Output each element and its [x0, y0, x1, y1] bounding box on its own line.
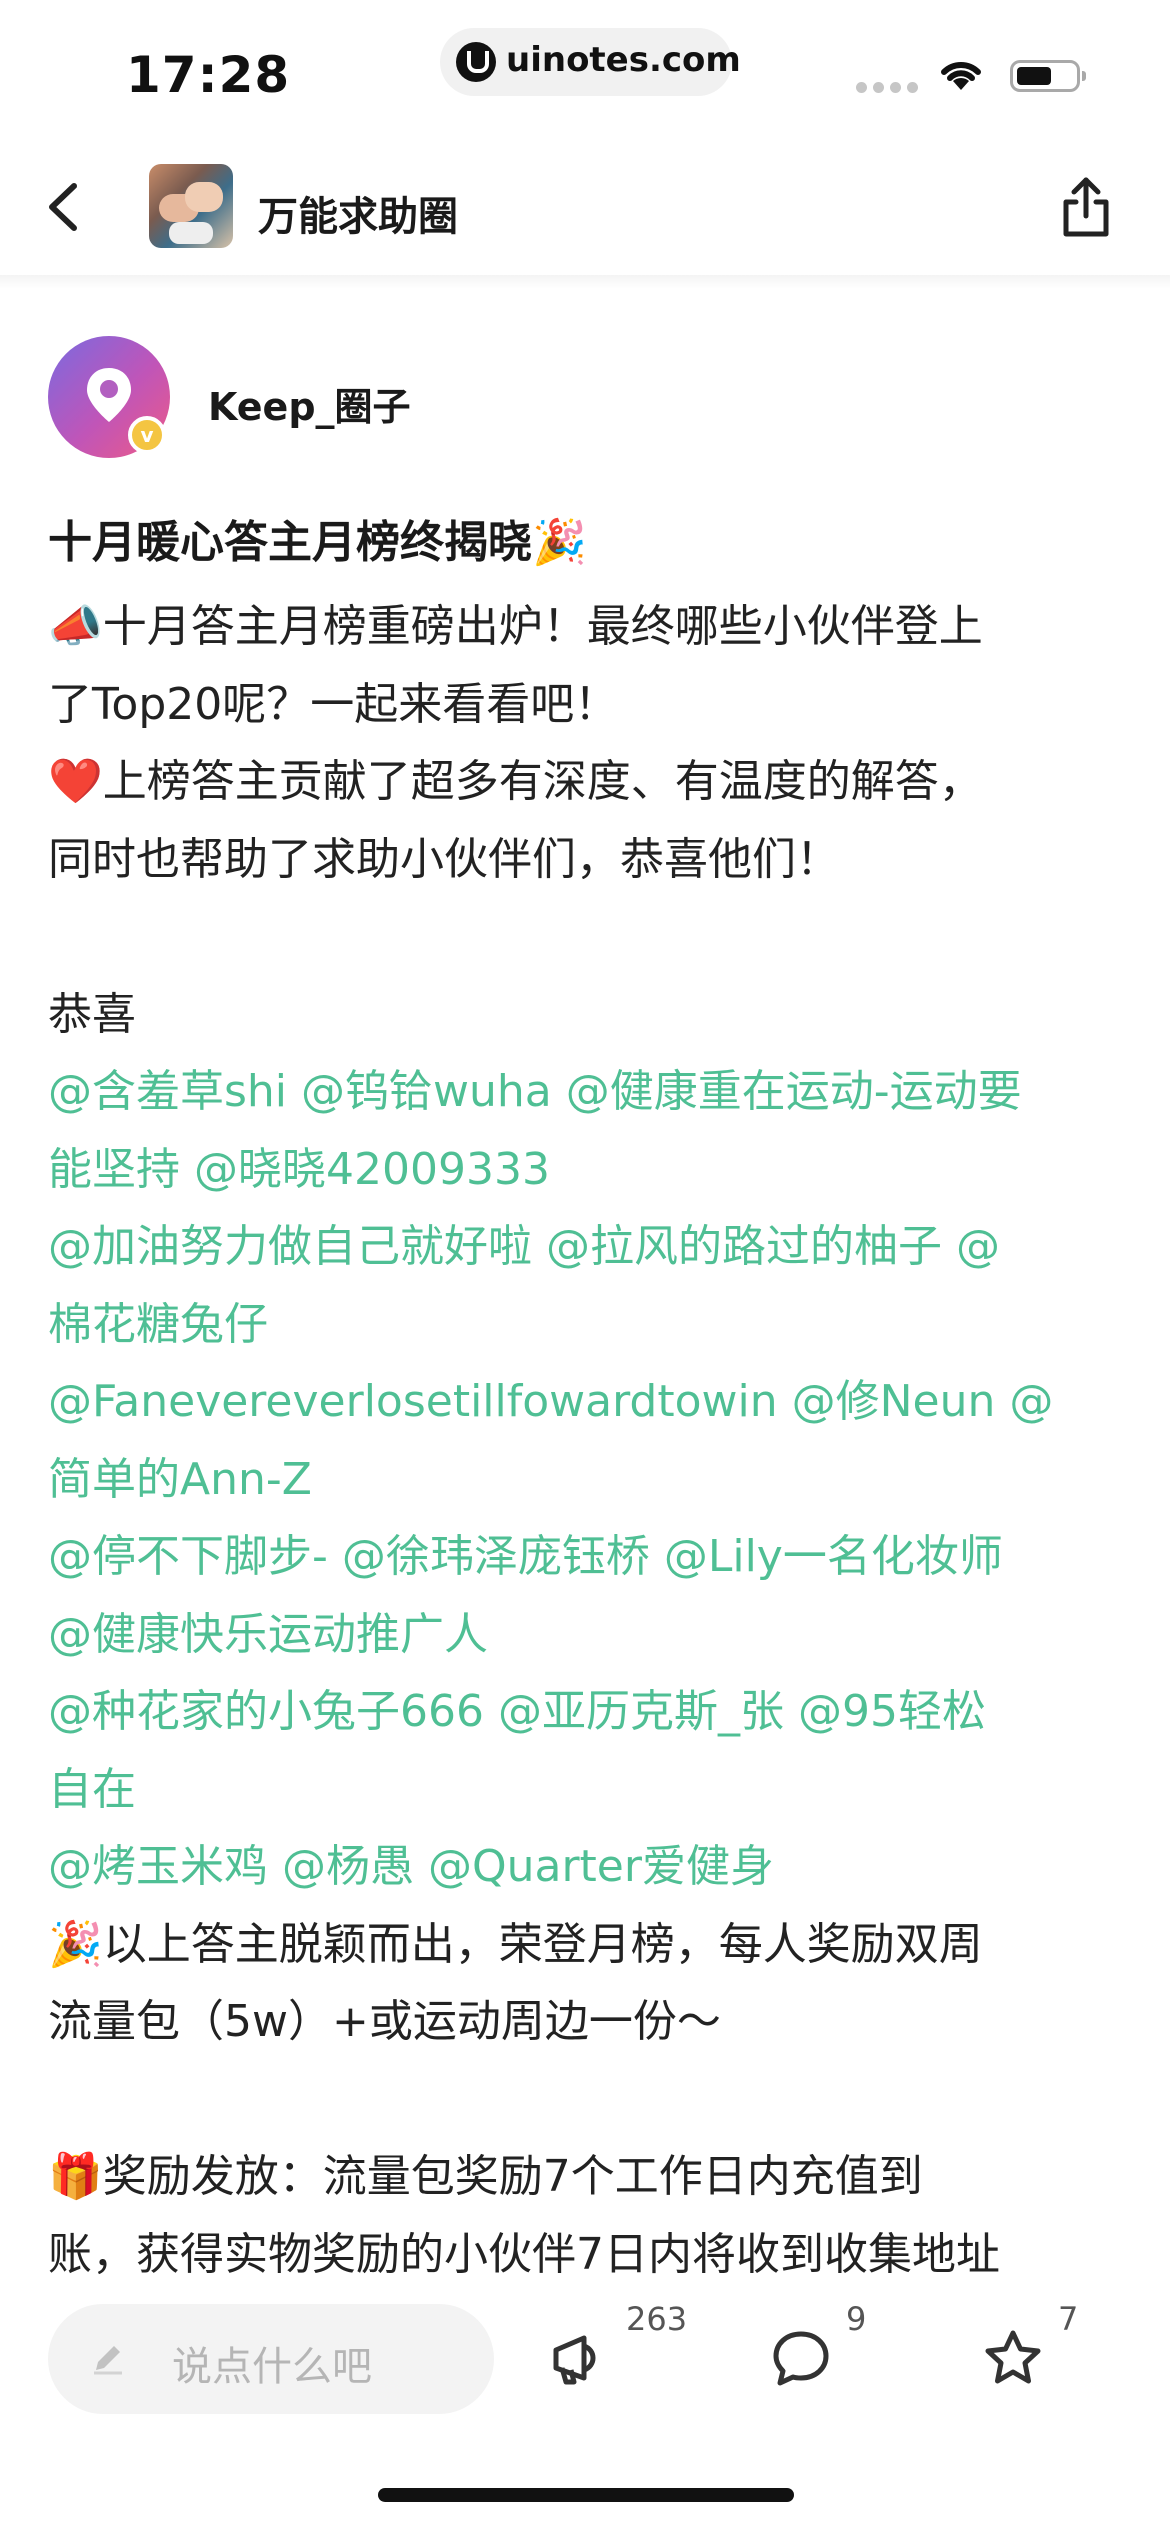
post-line — [48, 2061, 1128, 2139]
cheer-horn-icon — [553, 2335, 596, 2385]
post-line: 了Top20呢？一起来看看吧！ — [48, 666, 1128, 744]
user-mention-link[interactable]: 能坚持 @晓晓42009333 — [48, 1144, 550, 1195]
user-mention-link[interactable]: @含羞草shi @钨铪wuha @健康重在运动-运动要 — [48, 1066, 1022, 1117]
post-line: @Fanevereverlosetillfowardtowin @修Neun @ — [48, 1363, 1128, 1441]
post-text: 了Top20呢？一起来看看吧！ — [48, 678, 619, 730]
post-text: 同时也帮助了求助小伙伴们，恭喜他们！ — [48, 833, 840, 885]
post-line: @健康快乐运动推广人 — [48, 1596, 1128, 1674]
post-text: 上榜答主贡献了超多有深度、有温度的解答， — [102, 756, 983, 807]
comment-bubble-icon — [773, 2331, 829, 2386]
post-line: 恭喜 — [48, 976, 1128, 1054]
post-title: 十月暖心答主月榜终揭晓🎉 — [48, 510, 587, 576]
post-line: @含羞草shi @钨铪wuha @健康重在运动-运动要 — [48, 1053, 1128, 1131]
post-line — [48, 898, 1128, 976]
location-pin-icon — [87, 368, 131, 422]
post-line: 流量包（5w）+或运动周边一份～ — [48, 1983, 1128, 2061]
post-line: @烤玉米鸡 @杨愚 @Quarter爱健身 — [48, 1828, 1128, 1906]
comment-input[interactable]: 说点什么吧 — [48, 2304, 494, 2414]
post-line: 自在 — [48, 1751, 1128, 1829]
post-line: 🎉以上答主脱颖而出，荣登月榜，每人奖励双周 — [48, 1906, 1128, 1984]
user-mention-link[interactable]: 自在 — [48, 1764, 136, 1815]
user-mention-link[interactable]: @停不下脚步- @徐玮泽庞钰桥 @Lily一名化妆师 — [48, 1531, 1003, 1582]
comment-button[interactable]: 9 — [770, 2300, 880, 2406]
wifi-icon — [941, 61, 981, 90]
star-icon — [985, 2330, 1041, 2384]
user-mention-link[interactable]: @加油努力做自己就好啦 @拉风的路过的柚子 @ — [48, 1221, 1000, 1272]
post-line: 能坚持 @晓晓42009333 — [48, 1131, 1128, 1209]
emoji-icon: 📣 — [48, 601, 103, 652]
share-button[interactable] — [1054, 172, 1118, 242]
favorite-count: 7 — [1058, 2300, 1079, 2338]
comment-count: 9 — [846, 2300, 867, 2338]
post-line: 简单的Ann-Z — [48, 1441, 1128, 1519]
post-line: @种花家的小兔子666 @亚历克斯_张 @95轻松 — [48, 1673, 1128, 1751]
emoji-icon: 🎁 — [48, 2151, 103, 2202]
post-title-text: 十月暖心答主月榜终揭晓 — [48, 517, 532, 568]
user-mention-link[interactable]: 简单的Ann-Z — [48, 1454, 312, 1505]
cheer-count: 263 — [626, 2300, 688, 2338]
post-line: 同时也帮助了求助小伙伴们，恭喜他们！ — [48, 821, 1128, 899]
post-line: 棉花糖兔仔 — [48, 1286, 1128, 1364]
uinotes-logo-icon — [456, 42, 496, 82]
status-time: 17:28 — [126, 46, 291, 104]
post-line: ❤️上榜答主贡献了超多有深度、有温度的解答， — [48, 743, 1128, 821]
emoji-icon: 🎉 — [48, 1918, 103, 1970]
chevron-left-icon — [49, 183, 77, 231]
share-icon — [1063, 177, 1109, 237]
post-text: 流量包（5w）+或运动周边一份～ — [48, 1996, 721, 2047]
url-text: uinotes.com — [506, 40, 741, 80]
status-bar: 17:28 uinotes.com — [0, 0, 1170, 140]
group-avatar[interactable] — [149, 164, 233, 248]
party-popper-emoji: 🎉 — [532, 517, 587, 568]
post-line: @停不下脚步- @徐玮泽庞钰桥 @Lily一名化妆师 — [48, 1518, 1128, 1596]
home-indicator — [378, 2488, 794, 2502]
user-mention-link[interactable]: 棉花糖兔仔 — [48, 1299, 268, 1350]
nav-bar: 万能求助圈 — [0, 140, 1170, 275]
favorite-button[interactable]: 7 — [982, 2300, 1092, 2406]
post-body: 📣十月答主月榜重磅出炉！最终哪些小伙伴登上了Top20呢？一起来看看吧！ ❤️上榜… — [48, 588, 1128, 2293]
url-pill[interactable]: uinotes.com — [440, 28, 741, 96]
post-text: 奖励发放：流量包奖励7个工作日内充值到 — [102, 2151, 923, 2202]
battery-icon — [1010, 60, 1086, 92]
back-button[interactable] — [36, 172, 96, 242]
post-line: 🎁奖励发放：流量包奖励7个工作日内充值到 — [48, 2138, 1128, 2216]
user-mention-link[interactable]: @健康快乐运动推广人 — [48, 1609, 488, 1660]
comment-placeholder: 说点什么吧 — [172, 2344, 372, 2390]
post-line: 📣十月答主月榜重磅出炉！最终哪些小伙伴登上 — [48, 588, 1128, 666]
post-text: 以上答主脱颖而出，荣登月榜，每人奖励双周 — [102, 1918, 983, 1970]
post-text: 恭喜 — [48, 988, 136, 1040]
group-name[interactable]: 万能求助圈 — [258, 184, 458, 242]
emoji-icon: ❤️ — [48, 756, 103, 807]
user-mention-link[interactable]: @种花家的小兔子666 @亚历克斯_张 @95轻松 — [48, 1686, 986, 1737]
cellular-signal-icon — [856, 82, 918, 93]
cheer-button[interactable]: 263 — [548, 2300, 708, 2406]
post-text: 账，获得实物奖励的小伙伴7日内将收到收集地址 — [48, 2228, 1000, 2280]
user-mention-link[interactable]: @烤玉米鸡 @杨愚 @Quarter爱健身 — [48, 1841, 774, 1892]
user-mention-link[interactable]: @Fanevereverlosetillfowardtowin @修Neun @ — [48, 1376, 1053, 1427]
post-text: 十月答主月榜重磅出炉！最终哪些小伙伴登上 — [102, 601, 983, 652]
post-line: @加油努力做自己就好啦 @拉风的路过的柚子 @ — [48, 1208, 1128, 1286]
author-name[interactable]: Keep_圈子 — [208, 376, 411, 431]
verified-badge: v — [128, 416, 166, 454]
nav-divider — [0, 275, 1170, 289]
pencil-icon — [94, 2346, 122, 2375]
